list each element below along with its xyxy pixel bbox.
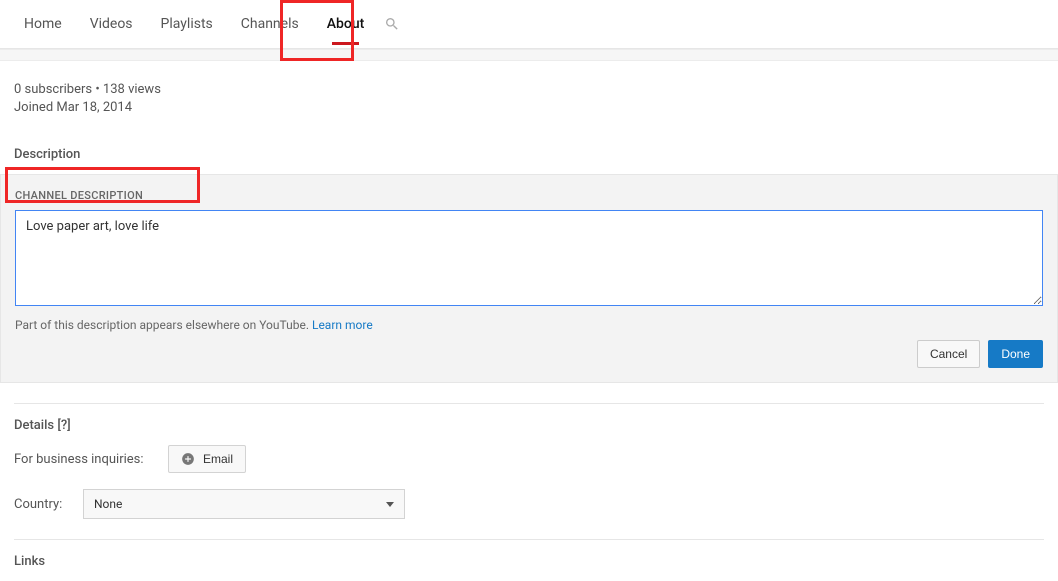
tab-videos[interactable]: Videos (76, 0, 147, 48)
channel-description-label: CHANNEL DESCRIPTION (15, 189, 1043, 202)
tab-playlists-label: Playlists (161, 16, 213, 32)
search-icon[interactable] (384, 16, 400, 32)
tab-channels-label: Channels (241, 16, 299, 32)
country-row: Country: None (14, 489, 1044, 519)
tab-channels[interactable]: Channels (227, 0, 313, 48)
tab-home-label: Home (24, 16, 62, 32)
description-section-title: Description (14, 147, 1044, 162)
learn-more-link[interactable]: Learn more (312, 318, 373, 332)
links-section-title: Links (14, 554, 1044, 569)
country-select[interactable]: None (83, 489, 405, 519)
chevron-down-icon (386, 502, 394, 507)
divider-2 (14, 539, 1044, 540)
about-content: 0 subscribers • 138 views Joined Mar 18,… (0, 61, 1058, 569)
tab-about[interactable]: About (313, 0, 379, 48)
business-inquiries-label: For business inquiries: (14, 452, 154, 467)
country-selected-value: None (94, 497, 122, 511)
subscribers-views: 0 subscribers • 138 views (14, 81, 1044, 99)
cancel-button[interactable]: Cancel (917, 340, 980, 368)
tabs-divider (0, 49, 1058, 61)
add-email-button[interactable]: Email (168, 445, 246, 473)
divider-1 (14, 403, 1044, 404)
tab-home[interactable]: Home (10, 0, 76, 48)
description-help-text: Part of this description appears elsewhe… (15, 318, 373, 332)
business-inquiries-row: For business inquiries: Email (14, 445, 1044, 473)
plus-circle-icon (181, 452, 195, 466)
tab-videos-label: Videos (90, 16, 133, 32)
done-button[interactable]: Done (988, 340, 1043, 368)
channel-description-input[interactable] (15, 210, 1043, 306)
channel-tabs: Home Videos Playlists Channels About (0, 0, 1058, 49)
channel-stats: 0 subscribers • 138 views Joined Mar 18,… (14, 81, 1044, 117)
joined-date: Joined Mar 18, 2014 (14, 99, 1044, 117)
country-label: Country: (14, 497, 69, 512)
description-help-text-body: Part of this description appears elsewhe… (15, 318, 312, 332)
tab-playlists[interactable]: Playlists (147, 0, 227, 48)
email-button-label: Email (203, 452, 233, 466)
details-section-title: Details [?] (14, 418, 1044, 433)
description-edit-panel: CHANNEL DESCRIPTION Part of this descrip… (0, 174, 1058, 383)
tab-about-label: About (327, 16, 365, 32)
